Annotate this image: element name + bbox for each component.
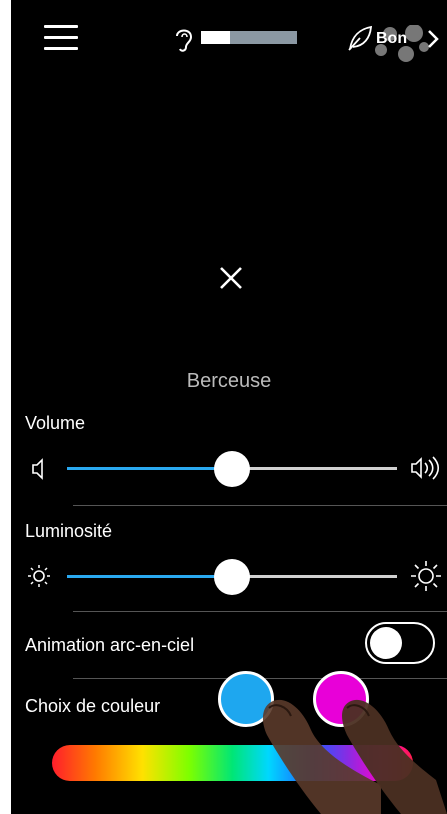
hearing-level-bar: [201, 31, 297, 44]
brightness-low-icon[interactable]: [27, 564, 51, 588]
preset-name: Berceuse: [186, 370, 272, 392]
brightness-label: Luminosité: [25, 521, 113, 541]
rainbow-animation-label: Animation arc-en-ciel: [25, 635, 195, 655]
volume-label: Volume: [25, 413, 86, 433]
divider: [73, 505, 447, 506]
chevron-right-icon[interactable]: [427, 28, 439, 50]
brightness-slider-thumb[interactable]: [214, 559, 250, 595]
tapping-hand-icon: [262, 699, 447, 814]
close-icon[interactable]: [216, 263, 246, 293]
volume-slider-fill: [67, 467, 232, 470]
air-quality-label[interactable]: Bon: [376, 30, 407, 48]
app-screen: Bon Berceuse Volume Luminosité Animation…: [11, 0, 447, 814]
leaf-icon: [348, 25, 373, 51]
hearing-level-fill: [201, 31, 230, 44]
brightness-high-icon[interactable]: [410, 560, 442, 592]
volume-high-icon[interactable]: [410, 455, 442, 481]
volume-low-icon[interactable]: [31, 458, 45, 480]
toggle-knob: [370, 627, 402, 659]
menu-icon[interactable]: [44, 25, 78, 51]
ear-icon: [176, 29, 193, 52]
rainbow-animation-toggle[interactable]: [365, 622, 435, 664]
brightness-slider-fill: [67, 575, 232, 578]
volume-slider-thumb[interactable]: [214, 451, 250, 487]
divider: [73, 611, 447, 612]
color-choice-label: Choix de couleur: [25, 696, 161, 716]
